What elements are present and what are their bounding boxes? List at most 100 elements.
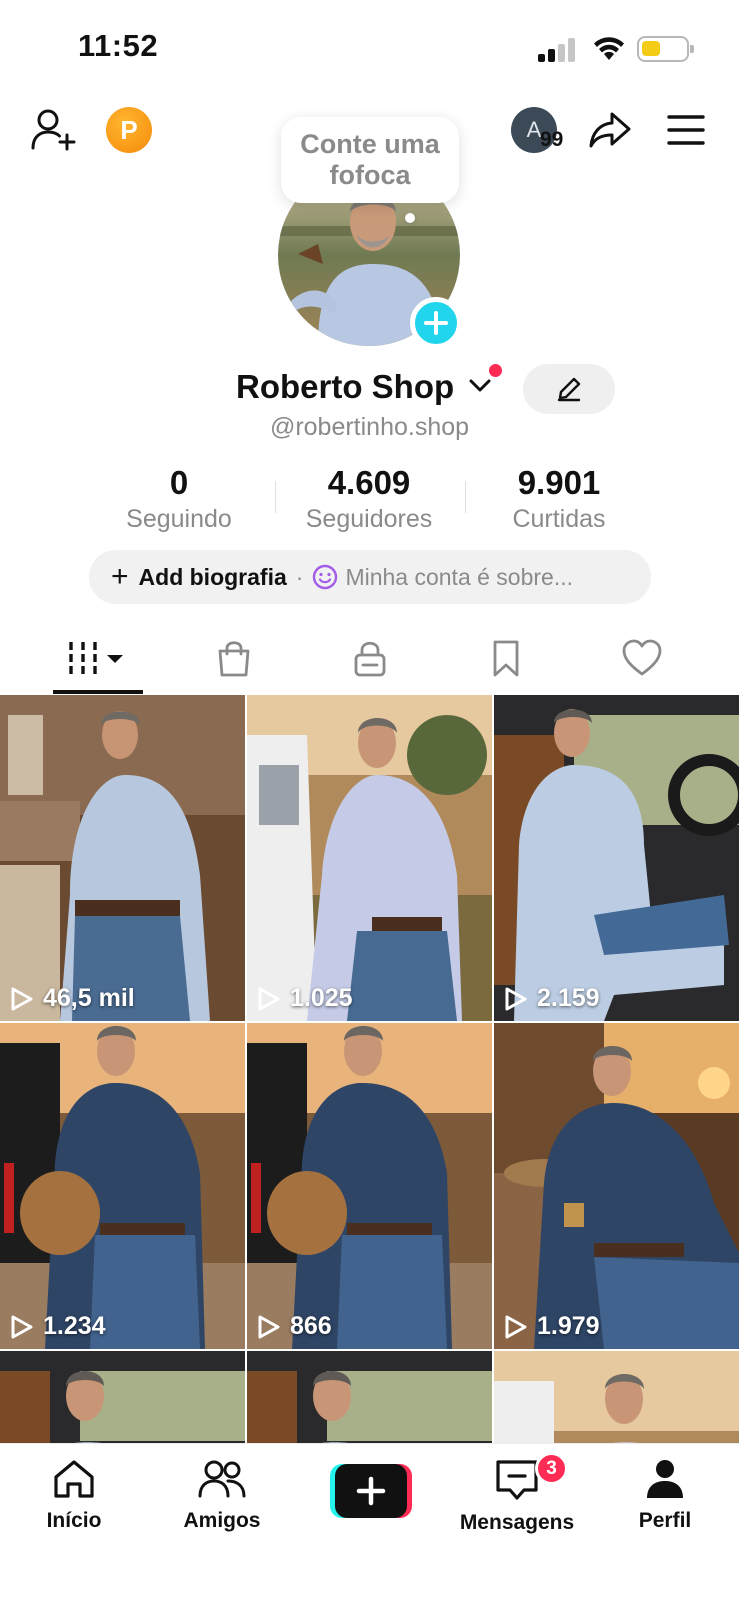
active-tab-indicator: [53, 690, 143, 694]
wifi-icon: [594, 37, 624, 60]
tab-saved[interactable]: [438, 620, 574, 696]
stat-likes[interactable]: 9.901 Curtidas: [464, 463, 654, 535]
view-count-text: 866: [290, 1312, 332, 1340]
friends-icon: [198, 1460, 246, 1498]
plus-icon: [424, 311, 448, 335]
chevron-down-icon[interactable]: [468, 378, 492, 394]
tab-videos[interactable]: [30, 620, 166, 696]
view-count-text: 2.159: [537, 984, 600, 1012]
video-thumbnail[interactable]: 1.234: [0, 1023, 245, 1349]
view-count-text: 1.234: [43, 1312, 106, 1340]
video-thumbnail[interactable]: 866: [247, 1023, 492, 1349]
nav-home[interactable]: Início: [9, 1458, 139, 1533]
add-bio-label: Add biografia: [138, 563, 287, 590]
stat-label: Seguidores: [305, 505, 433, 533]
thumbnail-image: [0, 1351, 245, 1443]
profile-tabs: [0, 620, 739, 696]
tab-private[interactable]: [302, 620, 438, 696]
stat-followers[interactable]: 4.609 Seguidores: [274, 463, 464, 535]
video-thumbnail[interactable]: [0, 1351, 245, 1443]
profile-stats: 0 Seguindo 4.609 Seguidores 9.901 Curtid…: [0, 463, 739, 533]
home-icon: [54, 1460, 94, 1498]
thumbnail-image: [494, 1351, 739, 1443]
view-count-text: 46,5 mil: [43, 984, 135, 1012]
thumbnail-image: [0, 1023, 245, 1349]
create-button[interactable]: [330, 1464, 412, 1518]
video-thumbnail[interactable]: [494, 1351, 739, 1443]
note-bubble-tail: [405, 213, 415, 223]
hamburger-icon[interactable]: [667, 114, 705, 146]
play-icon: [505, 987, 527, 1010]
thumbnail-image: [247, 1023, 492, 1349]
nav-label: Início: [46, 1509, 102, 1532]
stat-value: 9.901: [517, 464, 601, 501]
bio-hint: Minha conta é sobre...: [345, 563, 574, 590]
view-count-text: 1.025: [290, 984, 353, 1012]
person-plus-icon[interactable]: [31, 108, 77, 152]
video-thumbnail[interactable]: 1.025: [247, 695, 492, 1021]
stat-value: 0: [169, 464, 189, 501]
thumbnail-image: [247, 1351, 492, 1443]
stat-label: Curtidas: [512, 505, 606, 533]
view-count: 2.159: [504, 984, 600, 1013]
thumbnail-image: [247, 695, 492, 1021]
stat-following[interactable]: 0 Seguindo: [84, 463, 274, 535]
lock-icon: [354, 641, 386, 677]
inbox-icon: [496, 1460, 538, 1500]
play-icon: [258, 987, 280, 1010]
stat-value: 4.609: [327, 464, 411, 501]
bio-separator: ·: [295, 563, 304, 590]
play-icon: [258, 1315, 280, 1338]
plus-icon: +: [111, 560, 129, 593]
note-bubble-text: Conte uma fofoca: [300, 129, 440, 190]
coin-letter: P: [120, 114, 138, 145]
nav-profile[interactable]: Perfil: [600, 1458, 730, 1533]
heart-icon: [622, 639, 662, 676]
video-grid: 46,5 mil 1.025 2.159 1.234 866 1.979: [0, 695, 739, 1443]
pencil-icon: [557, 377, 581, 402]
smile-icon: [312, 564, 338, 590]
nav-label: Amigos: [183, 1509, 261, 1532]
shopping-bag-icon: [218, 641, 250, 677]
share-arrow-icon[interactable]: [588, 110, 632, 150]
nav-label: Perfil: [638, 1509, 692, 1532]
status-bar: 11:52: [0, 0, 739, 96]
view-count-text: 1.979: [537, 1312, 600, 1340]
notification-dot: [489, 364, 502, 377]
cellular-signal-icon: [538, 38, 578, 62]
nav-friends[interactable]: Amigos: [157, 1458, 287, 1533]
add-profile-story-button[interactable]: [410, 297, 462, 349]
coin-icon[interactable]: P: [106, 107, 152, 153]
status-time: 11:52: [78, 28, 159, 63]
view-count: 866: [257, 1312, 332, 1341]
bookmark-icon: [493, 640, 519, 677]
view-count: 1.025: [257, 984, 353, 1013]
video-thumbnail[interactable]: 46,5 mil: [0, 695, 245, 1021]
video-thumbnail[interactable]: 1.979: [494, 1023, 739, 1349]
username: @robertinho.shop: [269, 413, 470, 441]
thumbnail-image: [0, 695, 245, 1021]
battery-icon: [637, 36, 694, 62]
tab-liked[interactable]: [574, 620, 710, 696]
notification-count: 99: [540, 128, 564, 151]
video-thumbnail[interactable]: 2.159: [494, 695, 739, 1021]
video-thumbnail[interactable]: [247, 1351, 492, 1443]
add-bio-button[interactable]: + Add biografia · Minha conta é sobre...: [89, 550, 651, 604]
display-name[interactable]: Roberto Shop: [236, 368, 454, 406]
plus-icon: [356, 1476, 386, 1506]
view-count: 1.979: [504, 1312, 600, 1341]
edit-profile-button[interactable]: [523, 364, 615, 414]
tab-shop[interactable]: [166, 620, 302, 696]
view-count: 1.234: [10, 1312, 106, 1341]
stat-label: Seguindo: [126, 505, 232, 533]
thumbnail-image: [494, 1023, 739, 1349]
thumbnail-image: [494, 695, 739, 1021]
nav-label: Mensagens: [459, 1511, 575, 1534]
play-icon: [505, 1315, 527, 1338]
play-icon: [11, 1315, 33, 1338]
profile-icon: [647, 1460, 683, 1498]
bottom-navigation: Início Amigos Mensagens 3 Perfil: [0, 1443, 739, 1600]
view-count: 46,5 mil: [10, 984, 135, 1013]
name-row: Roberto Shop: [0, 364, 739, 414]
note-bubble[interactable]: Conte uma fofoca: [281, 117, 459, 203]
